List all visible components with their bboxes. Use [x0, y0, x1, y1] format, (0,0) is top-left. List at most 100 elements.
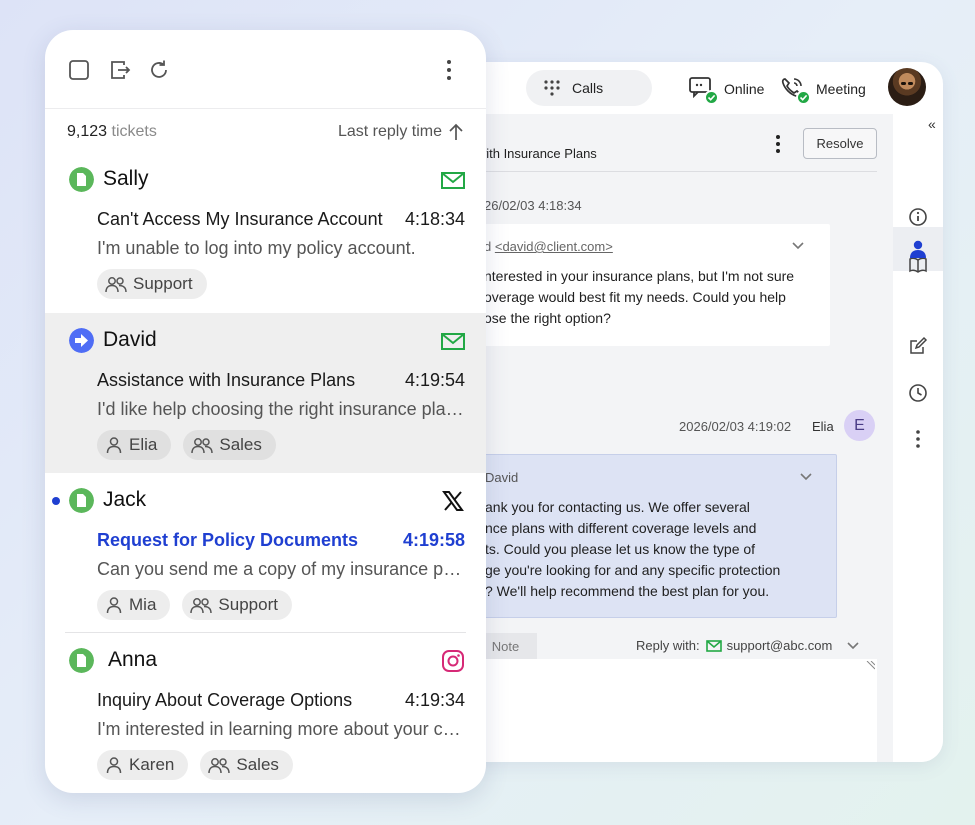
meeting-label: Meeting	[816, 81, 866, 97]
message-body: nterested in your insurance plans, but I…	[484, 268, 795, 326]
right-sidebar: «	[893, 114, 943, 762]
more-options-icon[interactable]	[908, 429, 928, 449]
instagram-icon	[442, 650, 464, 672]
top-bar: Calls Online Meeting	[440, 62, 943, 114]
export-icon[interactable]	[109, 59, 131, 81]
calls-button[interactable]: Calls	[526, 70, 652, 106]
reply-timestamp: 2026/02/03 4:19:02	[679, 419, 792, 434]
customer-name: Sally	[103, 167, 149, 190]
conversation-header: e with Insurance Plans Resolve	[440, 114, 877, 172]
assignee-tag: Mia	[97, 590, 171, 620]
ticket-preview: Can you send me a copy of my insurance p…	[97, 559, 465, 579]
ticket-row-selected[interactable]: David Assistance with Insurance Plans 4:…	[45, 313, 486, 473]
list-header: 9,123 tickets Last reply time	[67, 123, 464, 143]
ticket-count: 9,123	[67, 123, 108, 140]
group-tag: Support	[182, 590, 292, 620]
person-icon	[106, 437, 122, 454]
reply-editor[interactable]	[440, 659, 877, 762]
more-options-icon[interactable]	[438, 59, 460, 81]
ticket-count-label: tickets	[111, 123, 157, 140]
open-status-icon	[69, 648, 94, 673]
meeting-check-icon	[796, 90, 811, 105]
ticket-subject: Request for Policy Documents	[97, 530, 359, 550]
conversation-window: Calls Online Meeting e with Insurance Pl…	[440, 62, 943, 762]
chevron-down-icon	[847, 641, 859, 649]
resize-grip-icon[interactable]	[865, 661, 875, 671]
ticket-time: 4:18:34	[404, 209, 465, 229]
ticket-tags: Karen Sales	[97, 750, 305, 780]
ticket-tags: Mia Support	[97, 590, 304, 620]
ticket-subject: Assistance with Insurance Plans	[97, 370, 356, 390]
list-toolbar	[45, 30, 486, 109]
online-status[interactable]: Online	[688, 76, 765, 105]
conversation-pane: e with Insurance Plans Resolve 26/02/03 …	[440, 114, 893, 762]
group-icon	[208, 758, 231, 774]
select-all-checkbox[interactable]	[68, 59, 90, 81]
customer-name: David	[103, 328, 157, 351]
dialpad-icon	[544, 80, 560, 96]
group-icon	[191, 438, 214, 454]
calls-label: Calls	[572, 80, 604, 96]
more-options-icon[interactable]	[770, 134, 786, 154]
forward-status-icon	[69, 328, 94, 353]
collapse-icon[interactable]: «	[928, 116, 936, 132]
ticket-preview: I'd like help choosing the right insuran…	[97, 399, 465, 419]
customer-profile-icon[interactable]	[908, 239, 928, 259]
edit-note-icon[interactable]	[908, 336, 928, 356]
sort-selector[interactable]: Last reply time	[338, 123, 464, 141]
ticket-time: 4:19:34	[404, 690, 465, 710]
online-label: Online	[724, 81, 765, 97]
reply-with-label: Reply with:	[636, 638, 700, 653]
info-icon[interactable]	[908, 207, 928, 227]
ticket-time: 4:19:58	[402, 530, 465, 550]
assignee-tag: Elia	[97, 430, 172, 460]
person-icon	[106, 757, 122, 774]
reply-body: ank you for contacting us. We offer seve…	[485, 499, 781, 599]
ticket-subject: Can't Access My Insurance Account	[97, 209, 383, 229]
online-check-icon	[704, 90, 719, 105]
unread-indicator	[52, 497, 60, 505]
refresh-icon[interactable]	[148, 59, 170, 81]
message-from: d <david@client.com>	[484, 239, 613, 254]
person-icon	[106, 597, 122, 614]
arrow-up-icon	[449, 123, 463, 140]
sender-email[interactable]: <david@client.com>	[495, 239, 613, 254]
ticket-time: 4:19:54	[404, 370, 465, 390]
email-icon	[441, 172, 465, 189]
reply-email: support@abc.com	[726, 638, 833, 653]
assignee-tag: Karen	[97, 750, 189, 780]
x-icon	[442, 491, 464, 511]
ticket-row[interactable]: Anna Inquiry About Coverage Options 4:19…	[45, 633, 486, 793]
agent-reply-message: David ank you for contacting us. We offe…	[484, 454, 837, 618]
ticket-preview: I'm interested in learning more about yo…	[97, 719, 465, 739]
resolve-button[interactable]: Resolve	[803, 128, 877, 159]
group-tag: Sales	[200, 750, 293, 780]
reply-with-selector[interactable]: Reply with: support@abc.com	[636, 638, 860, 653]
agent-name: Elia	[812, 419, 834, 434]
group-icon	[105, 277, 127, 293]
meeting-status[interactable]: Meeting	[780, 76, 866, 105]
ticket-list-panel: 9,123 tickets Last reply time Sally Can'…	[45, 30, 486, 793]
ticket-row-unread[interactable]: Jack Request for Policy Documents 4:19:5…	[45, 473, 486, 633]
chevron-down-icon[interactable]	[799, 472, 813, 482]
reply-recipient: David	[485, 470, 519, 485]
phone-status-icon	[780, 76, 811, 105]
ticket-subject: Inquiry About Coverage Options	[97, 690, 353, 710]
email-icon	[441, 333, 465, 350]
customer-name: Anna	[108, 648, 158, 671]
open-status-icon	[69, 488, 94, 513]
ticket-row[interactable]: Sally Can't Access My Insurance Account …	[45, 152, 486, 312]
open-status-icon	[69, 167, 94, 192]
ticket-tags: Elia Sales	[97, 430, 288, 460]
history-icon[interactable]	[908, 383, 928, 403]
group-tag: Sales	[183, 430, 276, 460]
chat-status-icon	[688, 76, 719, 105]
user-avatar[interactable]	[888, 68, 926, 106]
message-timestamp: 26/02/03 4:18:34	[484, 198, 582, 213]
agent-avatar: E	[844, 410, 875, 441]
sort-label: Last reply time	[337, 123, 442, 140]
group-tag: Support	[97, 269, 207, 299]
ticket-tags: Support	[97, 269, 219, 299]
ticket-preview: I'm unable to log into my policy account…	[97, 238, 416, 258]
chevron-down-icon[interactable]	[791, 241, 805, 251]
